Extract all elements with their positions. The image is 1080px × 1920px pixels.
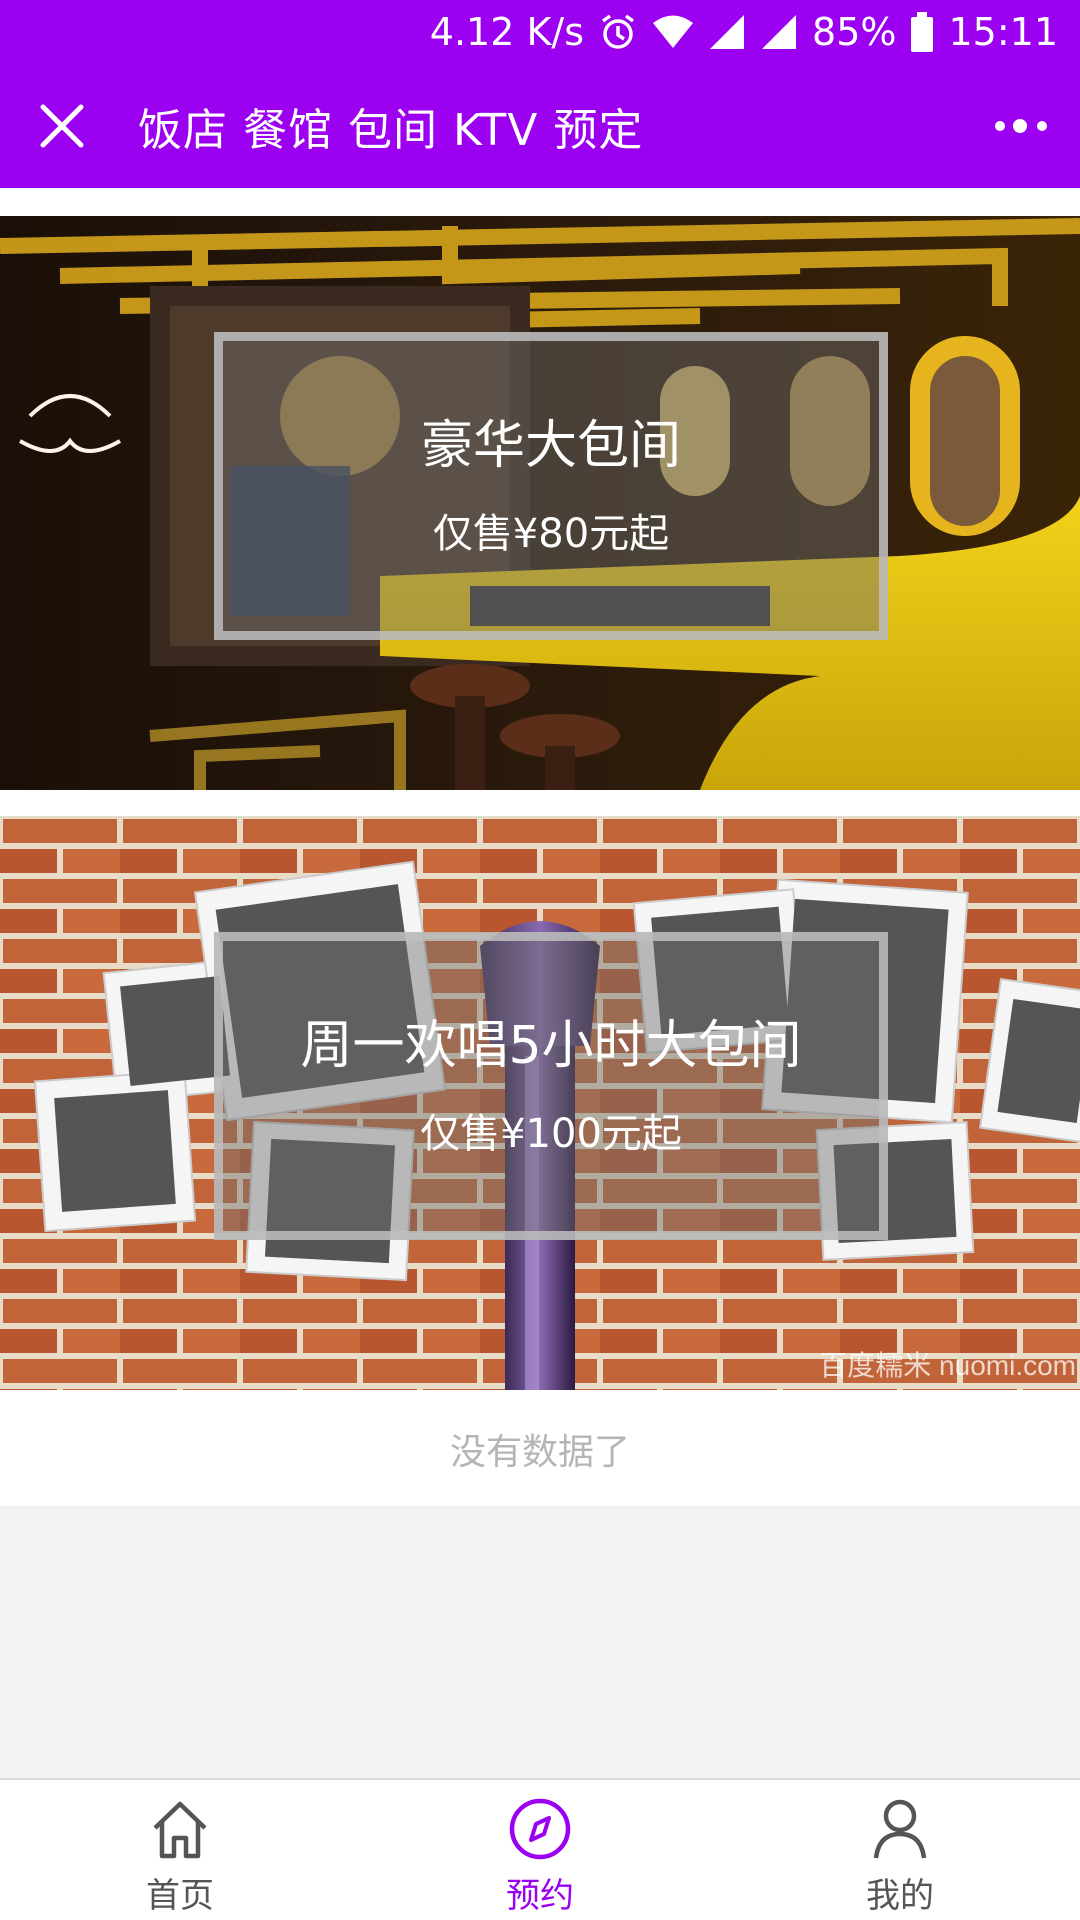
home-icon bbox=[153, 1801, 207, 1859]
banner-title: 周一欢唱5小时大包间 bbox=[300, 1016, 802, 1077]
tab-booking[interactable]: 预约 bbox=[360, 1780, 720, 1920]
clock-time: 15:11 bbox=[948, 10, 1058, 54]
more-button[interactable] bbox=[992, 96, 1052, 156]
banner-monday-room[interactable]: 周一欢唱5小时大包间 仅售¥100元起 百度糯米 nuomi.com bbox=[0, 816, 1080, 1390]
alarm-icon bbox=[598, 12, 638, 52]
signal-icon bbox=[760, 13, 798, 51]
title-bar: 饭店 餐馆 包间 KTV 预定 bbox=[0, 64, 1080, 188]
battery-icon bbox=[910, 12, 934, 52]
bottom-tab-bar: 首页 预约 我的 bbox=[0, 1778, 1080, 1920]
tab-label: 首页 bbox=[146, 1876, 214, 1916]
status-bar: 4.12 K/s 85% 15:11 bbox=[0, 0, 1080, 64]
page-title: 饭店 餐馆 包间 KTV 预定 bbox=[138, 105, 644, 156]
tab-label: 预约 bbox=[506, 1876, 574, 1916]
compass-icon bbox=[509, 1798, 571, 1860]
watermark: 百度糯米 nuomi.com bbox=[819, 1350, 1076, 1381]
tab-profile[interactable]: 我的 bbox=[720, 1780, 1080, 1920]
banner-price: 仅售¥80元起 bbox=[432, 510, 670, 557]
banner-price: 仅售¥100元起 bbox=[420, 1110, 682, 1157]
signal-icon bbox=[708, 13, 746, 51]
tab-home[interactable]: 首页 bbox=[0, 1780, 360, 1920]
network-speed: 4.12 K/s bbox=[429, 10, 585, 54]
close-button[interactable] bbox=[0, 64, 124, 188]
tab-label: 我的 bbox=[866, 1876, 934, 1916]
close-icon bbox=[40, 104, 84, 148]
banner-title: 豪华大包间 bbox=[420, 416, 681, 477]
content-area: 豪华大包间 仅售¥80元起 周一欢唱5小时大包间 仅售¥100元起 百度糯米 n… bbox=[0, 188, 1080, 1506]
banner-caption-box: 豪华大包间 仅售¥80元起 bbox=[214, 332, 888, 640]
more-icon bbox=[995, 119, 1047, 133]
app-screen: 4.12 K/s 85% 15:11 饭店 餐馆 包间 KTV 预定 豪华大包间… bbox=[0, 0, 1080, 1920]
user-icon bbox=[873, 1799, 927, 1859]
wifi-icon bbox=[652, 14, 694, 50]
battery-level: 85% bbox=[812, 10, 897, 54]
banner-caption-box: 周一欢唱5小时大包间 仅售¥100元起 bbox=[214, 932, 888, 1240]
banner-luxury-room[interactable]: 豪华大包间 仅售¥80元起 bbox=[0, 216, 1080, 790]
list-end-text: 没有数据了 bbox=[0, 1392, 1080, 1506]
